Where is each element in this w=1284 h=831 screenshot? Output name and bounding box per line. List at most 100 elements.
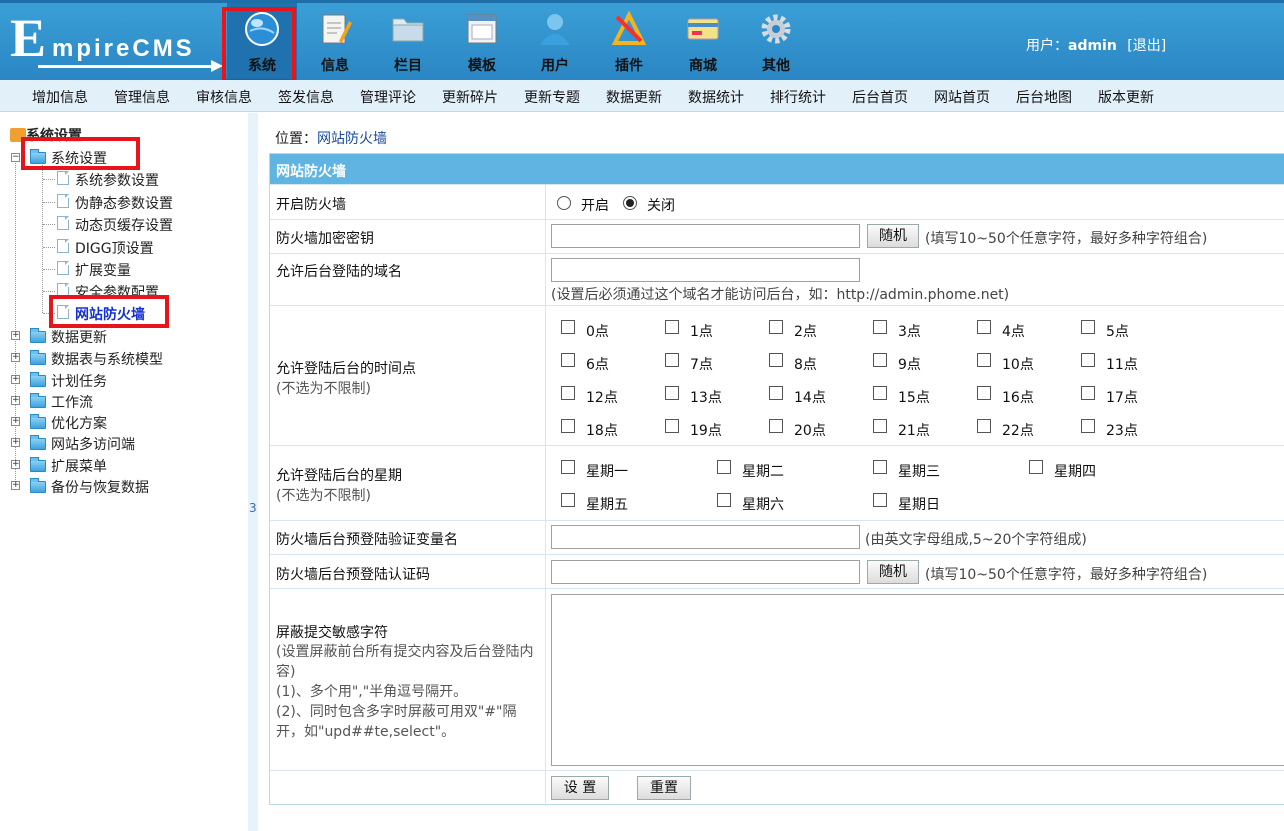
sidebar-item[interactable]: 系统参数设置 xyxy=(75,170,159,190)
subnav-item[interactable]: 管理信息 xyxy=(114,87,170,107)
row-key: 防火墙加密密钥 随机 (填写10~50个任意字符，最好多种字符组合) xyxy=(270,220,1284,254)
breadcrumb-link[interactable]: 网站防火墙 xyxy=(317,131,387,147)
collapse-icon[interactable]: − xyxy=(11,153,20,162)
nav-template[interactable]: 模板 xyxy=(447,3,517,83)
hour-checkbox[interactable] xyxy=(665,419,679,433)
weekday-checkbox[interactable] xyxy=(1029,460,1043,474)
sidebar-item[interactable]: 伪静态参数设置 xyxy=(75,193,173,213)
nav-user[interactable]: 用户 xyxy=(520,3,590,83)
expand-icon[interactable]: + xyxy=(11,460,20,469)
hour-checkbox[interactable] xyxy=(977,353,991,367)
row-blockchars: 屏蔽提交敏感字符 (设置屏蔽前台所有提交内容及后台登陆内容) (1)、多个用",… xyxy=(270,589,1284,771)
sidebar-splitter[interactable]: 3 xyxy=(248,113,258,831)
random-key-button[interactable]: 随机 xyxy=(867,224,919,248)
hour-checkbox[interactable] xyxy=(1081,320,1095,334)
weekday-checkbox[interactable] xyxy=(873,493,887,507)
top-header: E mpireCMS 系统 信息 栏目 模板 用户 插件 商城 其他 用户：ad… xyxy=(0,0,1284,83)
hour-checkbox[interactable] xyxy=(561,419,575,433)
authcode-input[interactable] xyxy=(551,560,860,584)
user-prefix: 用户： xyxy=(1026,38,1068,54)
sidebar-item[interactable]: 扩展变量 xyxy=(75,260,131,280)
highlight-box xyxy=(21,137,140,170)
weekday-checkbox[interactable] xyxy=(873,460,887,474)
hour-checkbox[interactable] xyxy=(561,320,575,334)
nav-info[interactable]: 信息 xyxy=(300,3,370,83)
weekday-checkbox[interactable] xyxy=(561,460,575,474)
key-input[interactable] xyxy=(551,224,860,248)
subnav-item[interactable]: 后台地图 xyxy=(1016,87,1072,107)
nav-column[interactable]: 栏目 xyxy=(373,3,443,83)
subnav-item[interactable]: 数据更新 xyxy=(606,87,662,107)
hour-label: 14点 xyxy=(794,390,826,406)
expand-icon[interactable]: + xyxy=(11,417,20,426)
varname-input[interactable] xyxy=(551,525,860,549)
hour-checkbox[interactable] xyxy=(665,353,679,367)
hour-checkbox[interactable] xyxy=(873,386,887,400)
nav-other[interactable]: 其他 xyxy=(741,3,811,83)
hour-checkbox[interactable] xyxy=(769,419,783,433)
hour-checkbox[interactable] xyxy=(561,386,575,400)
hour-checkbox[interactable] xyxy=(977,419,991,433)
radio-off[interactable] xyxy=(623,196,637,210)
subnav-item[interactable]: 签发信息 xyxy=(278,87,334,107)
sidebar-folder[interactable]: 备份与恢复数据 xyxy=(51,477,149,497)
expand-icon[interactable]: + xyxy=(11,481,20,490)
weekday-checkbox[interactable] xyxy=(561,493,575,507)
folder-icon xyxy=(30,478,46,493)
sidebar-item[interactable]: 动态页缓存设置 xyxy=(75,215,173,235)
hour-checkbox[interactable] xyxy=(873,353,887,367)
hour-checkbox[interactable] xyxy=(665,320,679,334)
subnav-item[interactable]: 审核信息 xyxy=(196,87,252,107)
empirecms-logo[interactable]: E mpireCMS xyxy=(8,8,223,72)
hour-checkbox[interactable] xyxy=(665,386,679,400)
sidebar-folder[interactable]: 计划任务 xyxy=(51,371,107,391)
sidebar-item[interactable]: DIGG顶设置 xyxy=(75,238,154,258)
hour-checkbox[interactable] xyxy=(977,386,991,400)
hour-checkbox[interactable] xyxy=(977,320,991,334)
weekday-label: 星期三 xyxy=(898,464,940,480)
subnav-item[interactable]: 数据统计 xyxy=(688,87,744,107)
subnav-item[interactable]: 版本更新 xyxy=(1098,87,1154,107)
hour-checkbox[interactable] xyxy=(769,320,783,334)
expand-icon[interactable]: + xyxy=(11,331,20,340)
hour-checkbox[interactable] xyxy=(1081,386,1095,400)
sidebar-folder[interactable]: 网站多访问端 xyxy=(51,434,135,454)
reset-button[interactable]: 重置 xyxy=(637,776,691,800)
sidebar-folder[interactable]: 工作流 xyxy=(51,392,93,412)
expand-icon[interactable]: + xyxy=(11,438,20,447)
hour-checkbox[interactable] xyxy=(769,353,783,367)
sidebar-folder[interactable]: 扩展菜单 xyxy=(51,456,107,476)
sidebar-folder[interactable]: 数据更新 xyxy=(51,327,107,347)
submit-button[interactable]: 设 置 xyxy=(551,776,609,800)
radio-on[interactable] xyxy=(557,196,571,210)
hour-checkbox[interactable] xyxy=(873,320,887,334)
expand-icon[interactable]: + xyxy=(11,353,20,362)
nav-shop[interactable]: 商城 xyxy=(668,3,738,83)
subnav-item[interactable]: 更新专题 xyxy=(524,87,580,107)
expand-icon[interactable]: + xyxy=(11,375,20,384)
subnav-item[interactable]: 排行统计 xyxy=(770,87,826,107)
hour-checkbox[interactable] xyxy=(1081,353,1095,367)
hour-checkbox[interactable] xyxy=(873,419,887,433)
random-code-button[interactable]: 随机 xyxy=(867,560,919,584)
breadcrumb: 位置：网站防火墙 xyxy=(275,128,387,148)
weekday-checkbox[interactable] xyxy=(717,493,731,507)
page-icon xyxy=(57,216,69,230)
nav-label: 其他 xyxy=(762,58,790,74)
subnav-item[interactable]: 后台首页 xyxy=(852,87,908,107)
sidebar-folder[interactable]: 优化方案 xyxy=(51,413,107,433)
expand-icon[interactable]: + xyxy=(11,396,20,405)
logout-link[interactable]: [退出] xyxy=(1127,38,1166,54)
hour-checkbox[interactable] xyxy=(769,386,783,400)
nav-plugin[interactable]: 插件 xyxy=(594,3,664,83)
subnav-item[interactable]: 管理评论 xyxy=(360,87,416,107)
sidebar-folder[interactable]: 数据表与系统模型 xyxy=(51,349,163,369)
subnav-item[interactable]: 网站首页 xyxy=(934,87,990,107)
blockchars-textarea[interactable] xyxy=(551,594,1284,766)
subnav-item[interactable]: 更新碎片 xyxy=(442,87,498,107)
domain-input[interactable] xyxy=(551,258,860,282)
hour-checkbox[interactable] xyxy=(561,353,575,367)
weekday-checkbox[interactable] xyxy=(717,460,731,474)
hour-checkbox[interactable] xyxy=(1081,419,1095,433)
subnav-item[interactable]: 增加信息 xyxy=(32,87,88,107)
